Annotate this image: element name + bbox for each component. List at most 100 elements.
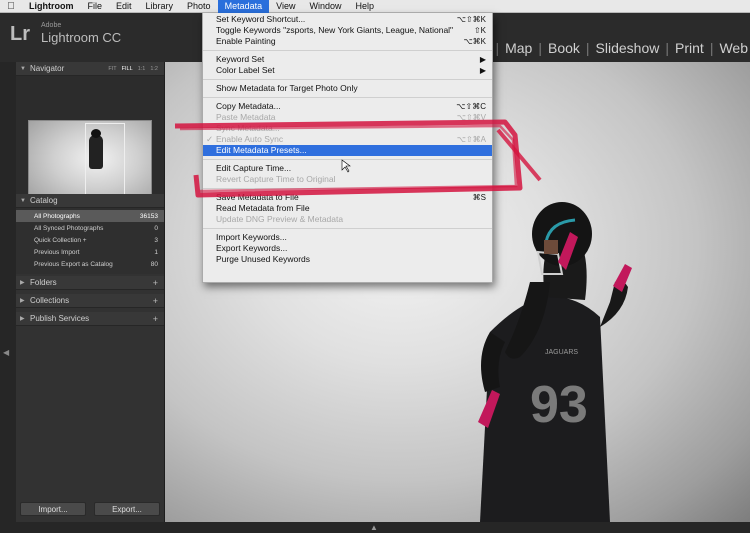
catalog-row[interactable]: Quick Collection + 3 — [16, 234, 164, 246]
menu-item[interactable]: Read Metadata from File — [203, 203, 492, 214]
folders-header[interactable]: ▶ Folders + — [16, 276, 164, 290]
module-separator: | — [709, 40, 714, 56]
module-map[interactable]: Map — [503, 40, 534, 56]
menu-item[interactable]: Edit Capture Time... — [203, 163, 492, 174]
catalog-row-count: 36153 — [139, 212, 158, 220]
menu-item[interactable]: Toggle Keywords "zsports, New York Giant… — [203, 25, 492, 36]
triangle-down-icon: ▼ — [20, 65, 26, 72]
menu-item: ✓ Enable Auto Sync ⌥⇧⌘A — [203, 134, 492, 145]
menu-window[interactable]: Window — [302, 0, 348, 13]
add-publish-service-icon[interactable]: + — [153, 314, 158, 324]
menu-metadata[interactable]: Metadata — [217, 0, 270, 13]
menu-item-label: Set Keyword Shortcut... — [216, 14, 306, 24]
module-slideshow[interactable]: Slideshow — [594, 40, 662, 56]
menu-item[interactable]: Edit Metadata Presets... — [203, 145, 492, 156]
menu-lightroom[interactable]: Lightroom — [22, 0, 81, 13]
menu-library[interactable]: Library — [139, 0, 181, 13]
menu-item[interactable]: Show Metadata for Target Photo Only — [203, 83, 492, 94]
navigator-header[interactable]: ▼ Navigator FIT FILL 1:1 1:2 — [16, 62, 164, 76]
menu-item[interactable]: Export Keywords... — [203, 243, 492, 254]
menu-item-label: Keyword Set — [216, 54, 265, 64]
filmstrip-toggle-bar[interactable]: ▲ — [0, 522, 750, 533]
publish-services-title: Publish Services — [30, 314, 90, 323]
menu-separator — [203, 159, 492, 160]
menu-item-label: Sync Metadata... — [216, 123, 280, 133]
left-panel: ▼ Navigator FIT FILL 1:1 1:2 ▼ Catalog A… — [16, 62, 164, 522]
menu-item-label: Edit Capture Time... — [216, 163, 292, 173]
menu-item-label: Export Keywords... — [216, 243, 288, 253]
jersey-text: JAGUARS — [545, 349, 578, 356]
menu-item[interactable]: Keyword Set ▶ — [203, 54, 492, 65]
triangle-right-icon: ▶ — [20, 298, 25, 304]
add-collection-icon[interactable]: + — [153, 296, 158, 306]
menu-item-shortcut: ▶ — [479, 55, 486, 64]
catalog-row-count: 0 — [154, 224, 158, 232]
menu-file[interactable]: File — [81, 0, 110, 13]
menu-item: Sync Metadata... — [203, 123, 492, 134]
module-print[interactable]: Print — [673, 40, 706, 56]
menu-item-label: Save Metadata to File — [216, 192, 299, 202]
catalog-row[interactable]: Previous Import 1 — [16, 246, 164, 258]
menu-separator — [203, 79, 492, 80]
module-web[interactable]: Web — [717, 40, 750, 56]
export-button[interactable]: Export... — [94, 502, 160, 516]
module-book[interactable]: Book — [546, 40, 582, 56]
menu-photo[interactable]: Photo — [180, 0, 218, 13]
module-picker: | Map | Book | Slideshow | Print | Web — [491, 40, 750, 56]
collections-header[interactable]: ▶ Collections + — [16, 294, 164, 308]
navigator-view-frame[interactable] — [85, 123, 125, 199]
menu-item[interactable]: Set Keyword Shortcut... ⌥⇧⌘K — [203, 14, 492, 25]
menu-item[interactable]: Purge Unused Keywords — [203, 254, 492, 265]
catalog-row-label: Quick Collection + — [34, 236, 87, 244]
menu-view[interactable]: View — [269, 0, 302, 13]
catalog-row-label: Previous Import — [34, 248, 80, 256]
apple-icon[interactable]:  — [0, 1, 22, 12]
menu-item-shortcut: ⇧K — [473, 26, 486, 35]
menu-item-label: Revert Capture Time to Original — [216, 174, 336, 184]
catalog-row[interactable]: All Synced Photographs 0 — [16, 222, 164, 234]
zoom-fill[interactable]: FILL — [122, 66, 133, 72]
catalog-header[interactable]: ▼ Catalog — [16, 194, 164, 208]
menu-separator — [203, 188, 492, 189]
triangle-down-icon: ▼ — [20, 197, 26, 204]
menu-item[interactable]: Import Keywords... — [203, 232, 492, 243]
menu-item-shortcut: ⌥⇧⌘K — [456, 15, 486, 24]
catalog-row[interactable]: Previous Export as Catalog 80 — [16, 258, 164, 270]
left-panel-edge[interactable]: ◀ — [0, 62, 16, 522]
menu-item-label: Read Metadata from File — [216, 203, 310, 213]
zoom-1-1[interactable]: 1:1 — [138, 66, 146, 72]
menu-item: Paste Metadata ⌥⇧⌘V — [203, 112, 492, 123]
catalog-row-label: Previous Export as Catalog — [34, 260, 113, 268]
collapse-left-icon[interactable]: ◀ — [3, 348, 9, 357]
import-button[interactable]: Import... — [20, 502, 86, 516]
catalog-row-count: 80 — [150, 260, 158, 268]
zoom-1-2[interactable]: 1:2 — [150, 66, 158, 72]
menu-item-label: Update DNG Preview & Metadata — [216, 214, 344, 224]
import-export-buttons: Import... Export... — [16, 502, 164, 516]
publish-services-header[interactable]: ▶ Publish Services + — [16, 312, 164, 326]
menu-item-label: Color Label Set — [216, 65, 275, 75]
menu-item-label: Toggle Keywords "zsports, New York Giant… — [216, 25, 454, 35]
add-folder-icon[interactable]: + — [153, 278, 158, 288]
menu-item[interactable]: Save Metadata to File ⌘S — [203, 192, 492, 203]
menu-item-label: Show Metadata for Target Photo Only — [216, 83, 358, 93]
catalog-row[interactable]: All Photographs 36153 — [16, 210, 164, 222]
module-separator: | — [538, 40, 542, 56]
brand-label: Adobe — [41, 22, 62, 29]
menu-item[interactable]: Copy Metadata... ⌥⇧⌘C — [203, 101, 492, 112]
navigator-zoom-options: FIT FILL 1:1 1:2 — [108, 66, 158, 72]
menu-item[interactable]: Color Label Set ▶ — [203, 65, 492, 76]
triangle-right-icon: ▶ — [20, 280, 25, 286]
menu-item: Update DNG Preview & Metadata — [203, 214, 492, 225]
expand-filmstrip-icon[interactable]: ▲ — [370, 523, 378, 532]
menu-separator — [203, 228, 492, 229]
menu-item-label: Copy Metadata... — [216, 101, 281, 111]
mac-menubar:  Lightroom File Edit Library Photo Meta… — [0, 0, 750, 13]
zoom-fit[interactable]: FIT — [108, 66, 116, 72]
menu-help[interactable]: Help — [348, 0, 381, 13]
navigator-preview[interactable] — [16, 76, 164, 206]
menu-item-shortcut: ⌥⇧⌘A — [456, 135, 486, 144]
navigator-title: Navigator — [30, 64, 65, 73]
menu-item[interactable]: Enable Painting ⌥⌘K — [203, 36, 492, 47]
menu-edit[interactable]: Edit — [109, 0, 139, 13]
